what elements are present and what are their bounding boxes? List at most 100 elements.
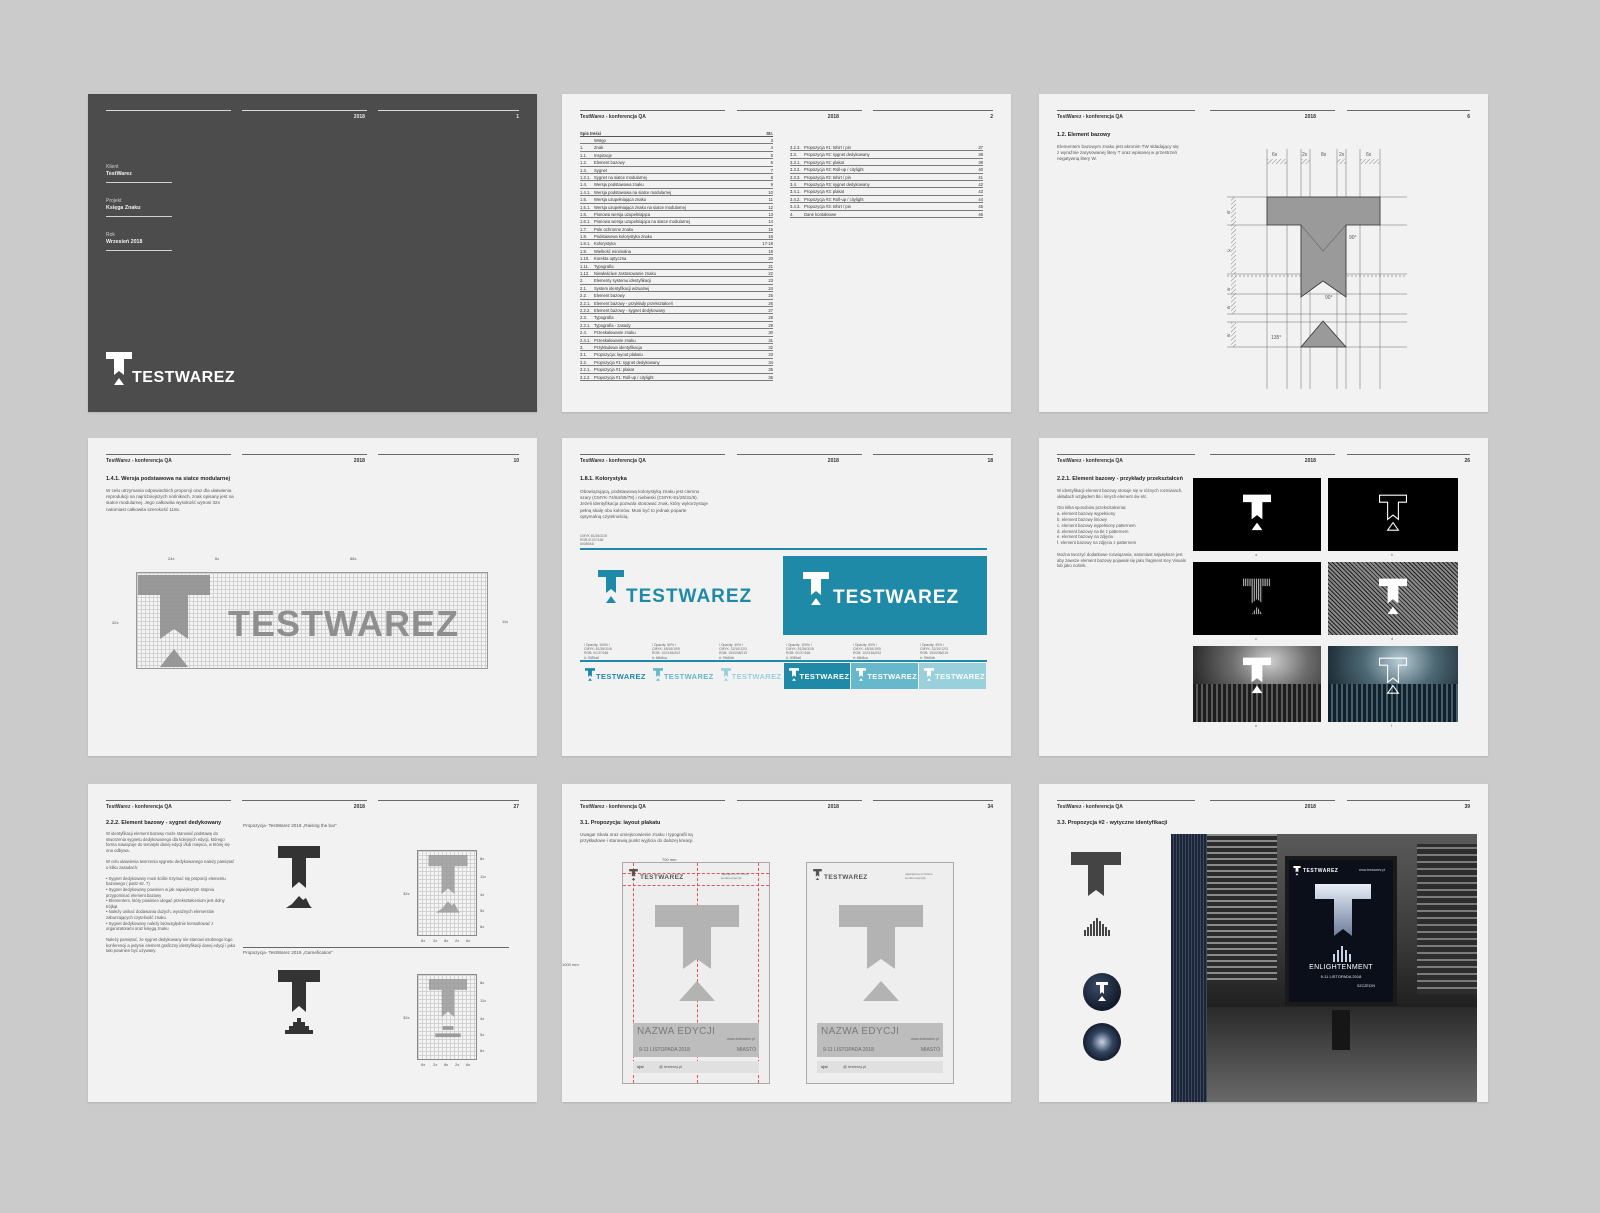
toc-label: Wstęp [594, 138, 606, 143]
cover-page: 2018 1 Klient TestWarez Projekt Księga Z… [88, 94, 537, 412]
toc-label: Kolorystyka [594, 241, 616, 247]
section-heading: 2.2.2. Element bazowy - sygnet dedykowan… [106, 820, 222, 826]
dim-label: 2x [455, 938, 460, 943]
toc-number: 1.8.1. [580, 241, 591, 247]
toc-row: 1.3.1. Sygnet na siatce modularnej 8 [580, 174, 773, 182]
dim-label: 6x [215, 556, 220, 561]
dim-label: 2x [455, 1062, 460, 1067]
page-title: TestWarez - konferencja QA [1057, 804, 1123, 810]
toc-column-1: Spis treści Str. Wstęp 3 1. Znak 4 1.1. Inspir… [580, 130, 773, 381]
toc-row: 3.3.1. Propozycja #2: plakat 39 [790, 159, 983, 167]
proposal-sygnet-icon [1071, 852, 1121, 936]
toc-row: 2.4. Przeskalowanie znaku 30 [580, 329, 773, 337]
page-year: 2018 [1304, 114, 1316, 120]
toc-number: 3.2.1. [580, 367, 591, 373]
toc-page: 13 [768, 211, 773, 217]
dim-label: 11x [480, 874, 487, 879]
toc-number: 4. [790, 211, 794, 217]
toc-row: 3.2.1. Propozycja #1: plakat 35 [580, 366, 773, 374]
poster-page: TestWarez - konferencja QA 2018 34 3.1. … [562, 784, 1011, 1102]
section-text: W identyfikacji element bazowy stosuje s… [1057, 488, 1186, 569]
toc-number: 1.1. [580, 152, 587, 158]
toc-page: 16 [768, 234, 773, 240]
toc-header-title: Spis treści [580, 131, 602, 136]
citylight-poster: TESTWAREZ ENLIGHTENMENT 9-11 LISTOPADA 2… [1285, 856, 1397, 1006]
section-heading: 2.2.1. Element bazowy - przykłady przeks… [1057, 476, 1183, 482]
dim-label: 5x [480, 1032, 485, 1037]
client-label: Klient [106, 164, 119, 170]
dim-label: 32x [112, 620, 119, 625]
toc-row: 1.10. Korekta optyczna 20 [580, 255, 773, 263]
toc-page: 26 [768, 300, 773, 306]
cover-year: 2018 [353, 114, 365, 120]
page-year: 2018 [1304, 458, 1316, 464]
toc-number: 1.6. [580, 211, 587, 217]
tw-logo-icon [585, 668, 595, 681]
poster-footer-band [633, 1061, 759, 1073]
tw-mark-icon [1243, 657, 1271, 694]
tw-logo-icon [598, 570, 624, 603]
toc-row: 3.4. Propozycja #3: sygnet dedykowany 42 [790, 181, 983, 189]
angle-label: 90° [1325, 295, 1333, 301]
dim-label: 32x [403, 891, 410, 896]
toc-row: 1.6.1. Pionowa wersja uzupełniająca na si… [580, 218, 773, 226]
poster-city: MIASTO [921, 1047, 941, 1053]
toc-row: 3.1. Propozycja: layout plakatu 33 [580, 351, 773, 359]
page-number: 39 [1464, 804, 1470, 810]
toc-page: 3 [770, 138, 773, 143]
sygnet-grid-mark-icon [428, 855, 468, 913]
toc-row: 2.3.1. Typografia - zasady 29 [580, 322, 773, 330]
toc-row: 2.3. Typografia 28 [580, 314, 773, 322]
white-wordmark: TESTWAREZ [833, 587, 960, 608]
dim-left: 8x [1227, 210, 1231, 216]
dim-label: 8x [480, 980, 485, 985]
toc-page: 36 [768, 374, 773, 380]
toc-row: 1.11. Typografia 21 [580, 263, 773, 271]
poster-footer-band [817, 1061, 943, 1073]
construction-diagram: 6x 2x 8x 2x 6x 8x 11x 4x 5x 6x 90° 90° 1… [1227, 149, 1407, 389]
dim-label: 11x [480, 998, 487, 1003]
toc-label: Sygnet [594, 167, 608, 173]
tw-logo-icon [803, 572, 829, 605]
section-text: W celu utrzymania odpowiednich proporcji… [106, 488, 234, 512]
dim-left: 6x [1227, 333, 1231, 339]
poster-url: www.testwarez.pl [911, 1037, 939, 1041]
toc-row: 2. Elementy systemu identyfikacji 23 [580, 277, 773, 285]
teal-panel: TESTWAREZ [783, 556, 987, 635]
page-number: 6 [1467, 114, 1470, 120]
poster-sponsor: sjsi [637, 1064, 644, 1069]
poster-brand: TESTWAREZ [640, 874, 684, 881]
toc-label: Propozycja #2: Roll-up / citylight [804, 167, 864, 173]
toc-page: 11 [768, 197, 773, 203]
toc-number: 3.3. [790, 152, 797, 158]
toc-page: 37 [978, 145, 983, 150]
toc-number: 1.11. [580, 263, 590, 269]
toc-label: Element bazowy - przykłady przekształceń [594, 300, 673, 306]
tw-logo-icon [856, 668, 867, 681]
toc-number: 3.2.3. [790, 145, 801, 150]
tw-logo-icon [924, 668, 935, 681]
tw-logo-icon [1293, 866, 1301, 876]
toc-page: 39 [978, 159, 983, 165]
toc-number: 2.1. [580, 285, 587, 291]
poster-mark-icon [655, 905, 739, 1001]
toc-label: Element bazowy [594, 293, 625, 299]
poster-mark-icon [839, 905, 923, 1001]
cover-page-number: 1 [516, 114, 519, 120]
toc-label: Propozycja #3: sygnet dedykowany [804, 181, 870, 187]
proposal-2019-label: Propozycja- TestWarez 2019 „Gamefication… [243, 950, 333, 955]
toc-page: 27 [768, 307, 773, 313]
angle-label: 90° [1349, 235, 1357, 241]
toc-row: 1.9. Wielkość minimalna 19 [580, 248, 773, 256]
example-a-filled [1193, 478, 1321, 551]
dim-label: 6x [421, 1062, 426, 1067]
section-text: Elementem bazowym znaku jest akronim TW … [1057, 144, 1179, 162]
project-label: Projekt [106, 198, 122, 204]
page-number: 34 [987, 804, 993, 810]
toc-label: Propozycja #3: plakat [804, 189, 845, 195]
dim-label: 6x [421, 938, 426, 943]
page-year: 2018 [827, 114, 839, 120]
example-b-outline [1328, 478, 1458, 551]
toc-row: 1.1. Inspiracje 5 [580, 152, 773, 160]
toc-page: 12 [768, 204, 773, 210]
